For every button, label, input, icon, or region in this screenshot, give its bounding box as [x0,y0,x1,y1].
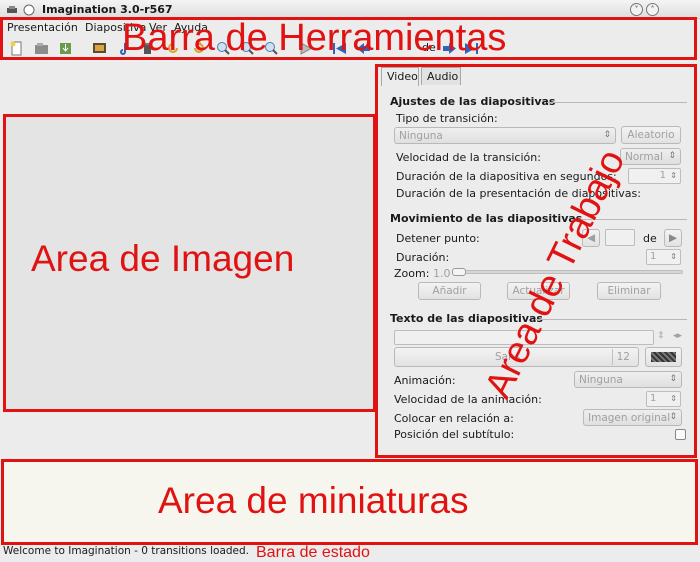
window-menu-icon[interactable] [6,4,18,16]
statusbar-annotation-label: Barra de estado [256,544,370,561]
application-window: Imagination 3.0-r567 ˅ ˄ Presentación Di… [0,0,700,562]
toolbar-annotation-label: Barra de Herramientas [122,17,507,59]
window-title: Imagination 3.0-r567 [42,3,173,16]
work-area-annotation-box [375,64,697,458]
image-area-annotation-label: Area de Imagen [31,238,295,279]
maximize-icon[interactable]: ˄ [646,3,659,16]
minimize-icon[interactable]: ˅ [630,3,643,16]
thumbnail-annotation-label: Area de miniaturas [158,480,469,521]
status-bar-text: Welcome to Imagination - 0 transitions l… [3,545,250,557]
app-icon [23,4,35,16]
